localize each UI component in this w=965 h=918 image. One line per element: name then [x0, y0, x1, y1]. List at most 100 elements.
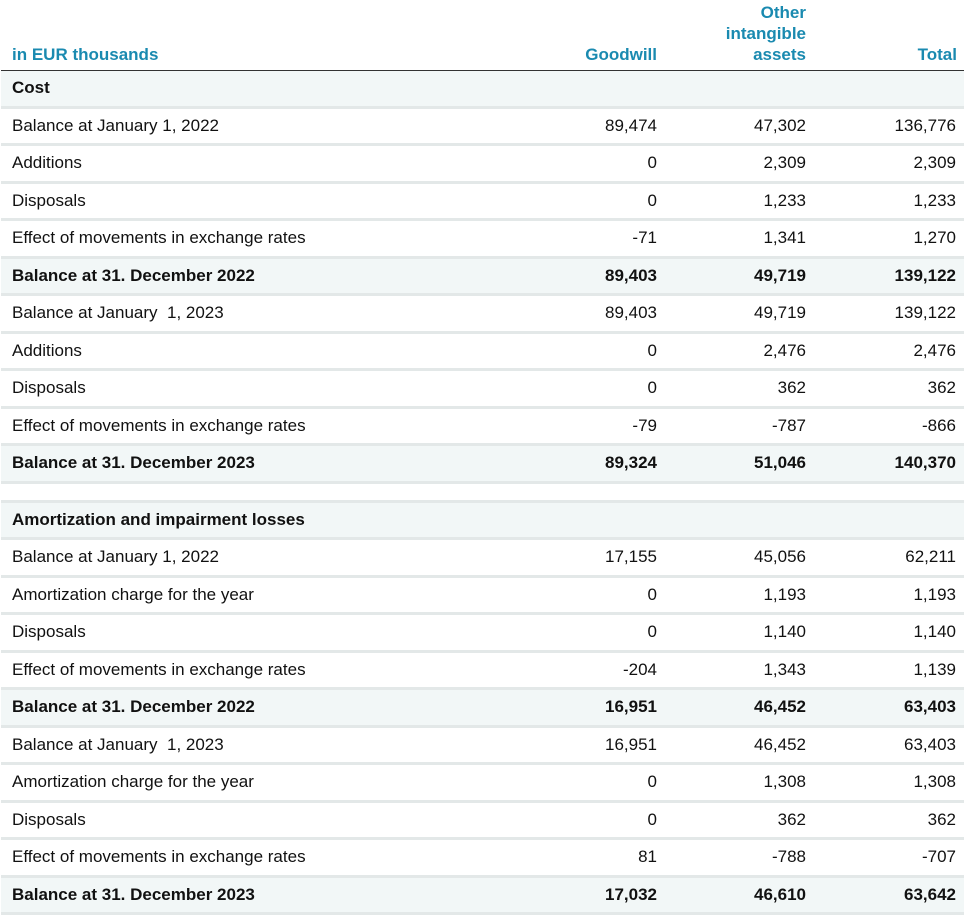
row-label: Balance at 31. December 2022: [12, 697, 255, 717]
row-label: Additions: [12, 153, 82, 173]
cell-goodwill: 0: [647, 622, 657, 642]
row-label: Effect of movements in exchange rates: [12, 659, 306, 679]
cell-goodwill: 89,474: [605, 115, 657, 135]
cell-total: -866: [921, 415, 956, 435]
table-row: Disposals 0 362 362: [1, 371, 964, 409]
cell-total: 139,122: [894, 265, 956, 285]
cell-goodwill: 16,951: [605, 734, 657, 754]
cell-other-intangible: 1,308: [763, 772, 806, 792]
table-row: Disposals 0 362 362: [1, 803, 964, 840]
row-label: Amortization and impairment losses: [12, 509, 305, 529]
cell-goodwill: 0: [647, 190, 657, 210]
row-label: Amortization charge for the year: [12, 584, 254, 604]
cell-total: 2,476: [913, 340, 956, 360]
cell-goodwill: 0: [647, 772, 657, 792]
cell-other-intangible: 1,193: [763, 584, 806, 604]
cell-goodwill: 16,951: [605, 697, 657, 717]
header-other-line2: intangible: [725, 24, 806, 43]
table-row: Amortization charge for the year 0 1,193 1,…: [1, 578, 964, 615]
cell-goodwill: 81: [638, 847, 657, 867]
table-row: Balance at 31. December 2022 16,951 46,452…: [1, 690, 964, 728]
row-label: Disposals: [12, 622, 86, 642]
cell-other-intangible: 49,719: [754, 265, 806, 285]
row-label: Disposals: [12, 190, 86, 210]
cell-goodwill: -71: [632, 228, 657, 248]
cell-goodwill: 0: [647, 378, 657, 398]
header-other-intangible-assets: Other intangible assets: [676, 2, 806, 65]
table-row: Balance at 31. December 2023 17,032 46,610…: [1, 877, 964, 915]
intangible-assets-table: in EUR thousands Goodwill Other intangib…: [1, 0, 964, 915]
cell-other-intangible: -787: [771, 415, 806, 435]
cell-goodwill: -204: [622, 659, 657, 679]
header-other-line3: assets: [753, 45, 806, 64]
cell-total: 139,122: [894, 303, 956, 323]
cell-total: 63,403: [904, 697, 956, 717]
table-row: Amortization and impairment losses: [1, 502, 964, 540]
cell-goodwill: 89,403: [605, 265, 657, 285]
header-other-line1: Other: [760, 3, 806, 22]
row-label: Balance at 31. December 2023: [12, 884, 255, 904]
cell-total: 362: [927, 378, 956, 398]
cell-goodwill: 89,403: [605, 303, 657, 323]
table-row: Balance at January 1, 2022 89,474 47,302 13…: [1, 109, 964, 146]
row-label: Balance at 31. December 2022: [12, 265, 255, 285]
table-row: Disposals 0 1,140 1,140: [1, 615, 964, 653]
cell-goodwill: 0: [647, 584, 657, 604]
cell-total: 1,193: [913, 584, 956, 604]
cell-goodwill: 89,324: [605, 453, 657, 473]
cell-total: 362: [927, 809, 956, 829]
table-row: Cost: [1, 71, 964, 109]
cell-total: 63,403: [904, 734, 956, 754]
cell-other-intangible: 51,046: [754, 453, 806, 473]
cell-total: 140,370: [894, 453, 956, 473]
cell-other-intangible: 1,341: [763, 228, 806, 248]
row-label: Amortization charge for the year: [12, 772, 254, 792]
row-label: Balance at January 1, 2023: [12, 303, 224, 323]
cell-goodwill: -79: [632, 415, 657, 435]
cell-total: 1,140: [913, 622, 956, 642]
cell-other-intangible: 2,309: [763, 153, 806, 173]
cell-total: -707: [921, 847, 956, 867]
cell-total: 62,211: [905, 547, 956, 567]
cell-other-intangible: 362: [777, 809, 806, 829]
table-row: Balance at 31. December 2023 89,324 51,046…: [1, 446, 964, 484]
cell-total: 1,308: [913, 772, 956, 792]
cell-other-intangible: 45,056: [754, 547, 806, 567]
cell-goodwill: 0: [647, 340, 657, 360]
table-row: Effect of movements in exchange rates -71…: [1, 221, 964, 259]
row-label: Balance at January 1, 2022: [12, 547, 219, 567]
row-label: Balance at 31. December 2023: [12, 453, 255, 473]
header-unit-label: in EUR thousands: [12, 45, 159, 64]
table-row: Balance at January 1, 2022 17,155 45,056 62…: [1, 540, 964, 578]
cell-other-intangible: 1,343: [763, 659, 806, 679]
table-row: Additions 0 2,309 2,309: [1, 146, 964, 184]
cell-other-intangible: 47,302: [754, 115, 806, 135]
cell-other-intangible: 49,719: [754, 303, 806, 323]
row-label: Disposals: [12, 809, 86, 829]
cell-total: 1,233: [913, 190, 956, 210]
table-row: Effect of movements in exchange rates -20…: [1, 653, 964, 690]
row-label: Balance at January 1, 2023: [12, 734, 224, 754]
row-label: Cost: [12, 78, 50, 98]
cell-total: 2,309: [913, 153, 956, 173]
row-label: Balance at January 1, 2022: [12, 115, 219, 135]
cell-other-intangible: 1,233: [763, 190, 806, 210]
section-spacer: [1, 483, 964, 503]
cell-goodwill: 0: [647, 153, 657, 173]
cell-goodwill: 17,155: [605, 547, 657, 567]
header-goodwill: Goodwill: [585, 45, 657, 64]
table-row: Balance at January 1, 2023 16,951 46,452 63…: [1, 728, 964, 765]
row-label: Additions: [12, 340, 82, 360]
cell-other-intangible: 362: [777, 378, 806, 398]
table-row: Balance at January 1, 2023 89,403 49,719 13…: [1, 296, 964, 334]
row-label: Disposals: [12, 378, 86, 398]
cell-other-intangible: -788: [771, 847, 806, 867]
cell-other-intangible: 46,452: [754, 697, 806, 717]
cell-other-intangible: 2,476: [763, 340, 806, 360]
table-row: Additions 0 2,476 2,476: [1, 334, 964, 371]
cell-total: 1,139: [913, 659, 956, 679]
cell-goodwill: 0: [647, 809, 657, 829]
row-label: Effect of movements in exchange rates: [12, 415, 306, 435]
table-row: Disposals 0 1,233 1,233: [1, 184, 964, 221]
table-row: Balance at 31. December 2022 89,403 49,719…: [1, 258, 964, 296]
